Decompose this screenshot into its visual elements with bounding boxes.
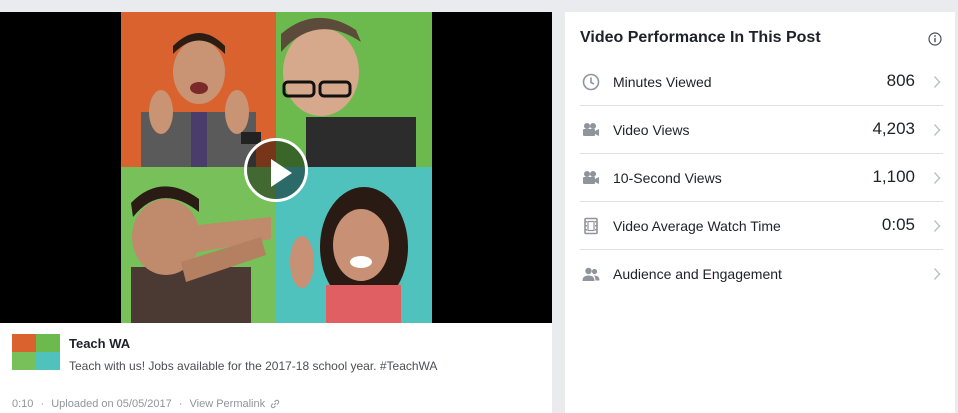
- page-name[interactable]: Teach WA: [69, 336, 130, 351]
- panel-title: Video Performance In This Post: [580, 29, 821, 46]
- meta-separator: ·: [178, 398, 183, 411]
- view-permalink-link[interactable]: View Permalink: [190, 398, 281, 410]
- metric-row-minutes-viewed[interactable]: Minutes Viewed 806: [580, 58, 943, 106]
- metric-label: Video Average Watch Time: [613, 218, 781, 234]
- metric-label: Minutes Viewed: [613, 74, 712, 90]
- video-camera-icon: [583, 171, 599, 184]
- play-icon: [271, 159, 292, 187]
- link-icon: [271, 399, 280, 409]
- chevron-right-icon: [933, 171, 941, 185]
- post-text: Teach with us! Jobs available for the 20…: [69, 359, 438, 373]
- metric-row-10-second-views[interactable]: 10-Second Views 1,100: [580, 154, 943, 202]
- chevron-right-icon: [933, 219, 941, 233]
- chevron-right-icon: [933, 123, 941, 137]
- video-camera-icon: [583, 123, 599, 136]
- video-duration: 0:10: [12, 398, 34, 411]
- metric-label: Video Views: [613, 122, 690, 138]
- video-post-card: Teach WA Teach with us! Jobs available f…: [0, 12, 552, 413]
- metric-label: Audience and Engagement: [613, 266, 782, 282]
- post-info: Teach WA Teach with us! Jobs available f…: [0, 323, 552, 413]
- thumbnail-tile-top-right: [276, 12, 432, 167]
- page-avatar[interactable]: [12, 334, 60, 370]
- clock-icon: [582, 73, 600, 91]
- metric-value: 0:05: [881, 215, 915, 234]
- meta-separator: ·: [40, 398, 45, 411]
- post-meta: 0:10 · Uploaded on 05/05/2017 · View Per…: [12, 398, 280, 410]
- view-permalink-label: View Permalink: [189, 398, 266, 411]
- play-button[interactable]: [244, 138, 308, 202]
- info-icon[interactable]: [928, 32, 942, 46]
- chevron-right-icon: [933, 75, 941, 89]
- thumbnail-tile-top-left: [121, 12, 276, 167]
- upload-date: Uploaded on 05/05/2017: [51, 398, 172, 411]
- chevron-right-icon: [933, 267, 941, 281]
- metric-value: 806: [886, 71, 915, 90]
- metric-value: 4,203: [872, 119, 915, 138]
- metric-row-audience-engagement[interactable]: Audience and Engagement: [580, 250, 943, 298]
- video-player[interactable]: [0, 12, 552, 323]
- metric-value: 1,100: [872, 167, 915, 186]
- video-performance-panel: Video Performance In This Post Minutes V…: [565, 12, 955, 413]
- metric-row-video-views[interactable]: Video Views 4,203: [580, 106, 943, 154]
- metric-row-average-watch-time[interactable]: Video Average Watch Time 0:05: [580, 202, 943, 250]
- people-icon: [582, 267, 600, 281]
- film-icon: [584, 217, 598, 235]
- metric-label: 10-Second Views: [613, 170, 722, 186]
